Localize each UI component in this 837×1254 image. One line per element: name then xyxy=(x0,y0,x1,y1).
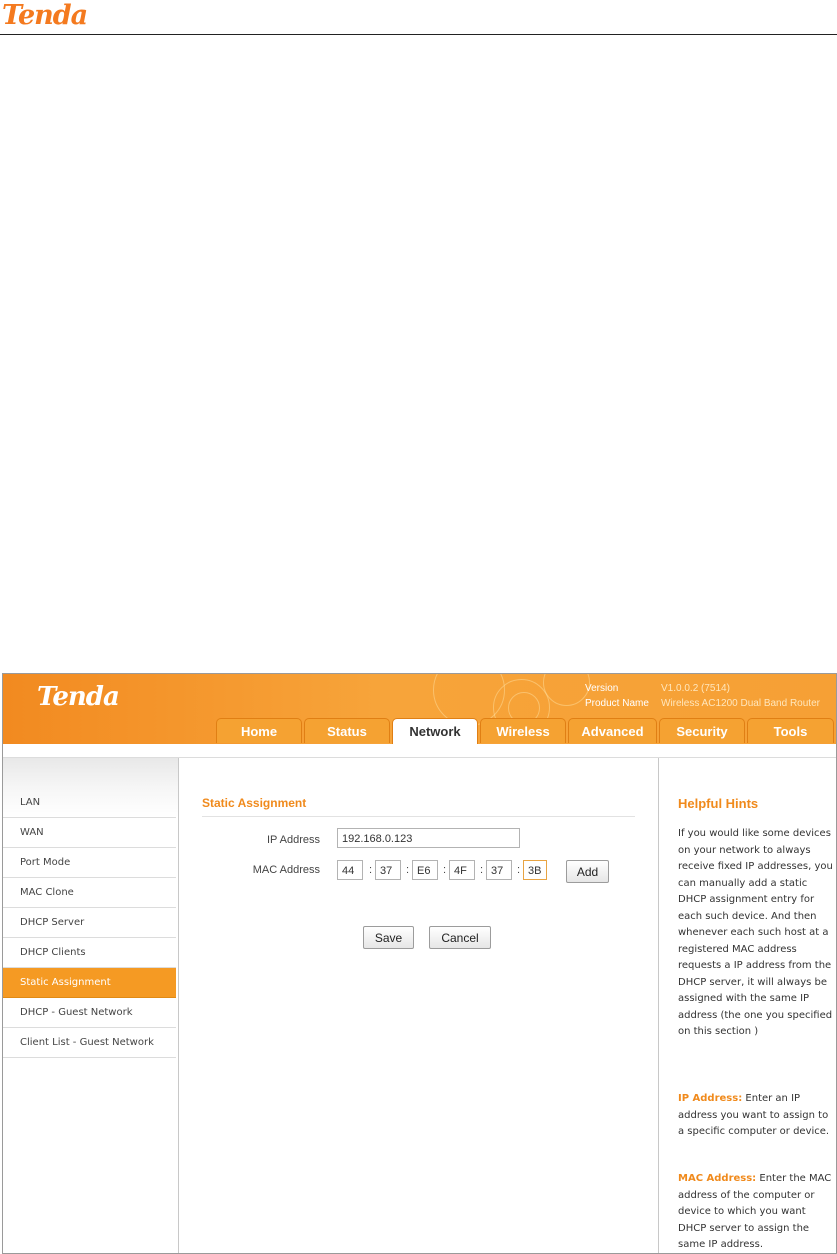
tenda-logo: Tenda xyxy=(37,682,120,712)
document-logo: Tenda xyxy=(2,0,88,31)
tab-advanced[interactable]: Advanced xyxy=(568,718,657,743)
mac-octet-3-input[interactable]: E6 xyxy=(412,860,438,880)
tab-home[interactable]: Home xyxy=(216,718,302,743)
section-title: Static Assignment xyxy=(202,796,307,810)
mac-octet-6-input[interactable]: 3B xyxy=(523,860,547,880)
ip-address-label: IP Address xyxy=(267,834,320,846)
sidebar-item-dhcp-server[interactable]: DHCP Server xyxy=(3,908,176,938)
section-divider xyxy=(202,816,635,817)
product-name-label: Product Name xyxy=(585,698,649,709)
mac-separator: : xyxy=(369,864,373,876)
tab-status[interactable]: Status xyxy=(304,718,390,743)
mac-separator: : xyxy=(480,864,484,876)
main-content: Static Assignment IP Address 192.168.0.1… xyxy=(179,758,658,1253)
ip-address-input[interactable]: 192.168.0.123 xyxy=(337,828,520,848)
tab-security[interactable]: Security xyxy=(659,718,745,743)
sidebar-item-port-mode[interactable]: Port Mode xyxy=(3,848,176,878)
add-button[interactable]: Add xyxy=(566,860,609,883)
sidebar-item-static-assignment[interactable]: Static Assignment xyxy=(3,968,176,998)
sidebar-item-client-list-guest-network[interactable]: Client List - Guest Network xyxy=(3,1028,176,1058)
hint-ip-address: IP Address: Enter an IP address you want… xyxy=(678,1091,833,1141)
sidebar-item-dhcp-guest-network[interactable]: DHCP - Guest Network xyxy=(3,998,176,1028)
mac-separator: : xyxy=(517,864,521,876)
tab-wireless[interactable]: Wireless xyxy=(480,718,566,743)
save-button[interactable]: Save xyxy=(363,926,414,949)
hint-ip-address-key: IP Address: xyxy=(678,1093,743,1104)
tab-tools[interactable]: Tools xyxy=(747,718,834,743)
hint-mac-address-key: MAC Address: xyxy=(678,1173,757,1184)
sidebar-item-wan[interactable]: WAN xyxy=(3,818,176,848)
sidebar-item-lan[interactable]: LAN xyxy=(3,788,176,818)
sidebar-item-mac-clone[interactable]: MAC Clone xyxy=(3,878,176,908)
document-header: Tenda xyxy=(0,0,837,35)
sidebar-item-dhcp-clients[interactable]: DHCP Clients xyxy=(3,938,176,968)
mac-octet-1-input[interactable]: 44 xyxy=(337,860,363,880)
top-bar: Tenda Version V1.0.0.2 (7514) Product Na… xyxy=(3,674,836,744)
hints-intro: If you would like some devices on your n… xyxy=(678,828,833,1037)
subnav-strip xyxy=(3,744,836,758)
mac-separator: : xyxy=(406,864,410,876)
product-name-value: Wireless AC1200 Dual Band Router xyxy=(661,698,820,709)
tab-network[interactable]: Network xyxy=(392,718,478,744)
hint-mac-address: MAC Address: Enter the MAC address of th… xyxy=(678,1171,833,1253)
mac-octet-2-input[interactable]: 37 xyxy=(375,860,401,880)
sidebar: LAN WAN Port Mode MAC Clone DHCP Server … xyxy=(3,758,179,1253)
mac-address-label: MAC Address xyxy=(252,864,320,876)
cancel-button[interactable]: Cancel xyxy=(429,926,491,949)
hint-mac-address-text: Enter the MAC address of the computer or… xyxy=(678,1173,832,1250)
router-admin-ui: Tenda Version V1.0.0.2 (7514) Product Na… xyxy=(2,673,837,1254)
mac-octet-5-input[interactable]: 37 xyxy=(486,860,512,880)
version-label: Version xyxy=(585,683,619,694)
decor-bubble xyxy=(543,674,590,706)
mac-separator: : xyxy=(443,864,447,876)
version-value: V1.0.0.2 (7514) xyxy=(661,683,730,694)
mac-octet-4-input[interactable]: 4F xyxy=(449,860,475,880)
hints-title: Helpful Hints xyxy=(678,796,759,811)
helpful-hints-panel: Helpful Hints If you would like some dev… xyxy=(658,758,836,1253)
